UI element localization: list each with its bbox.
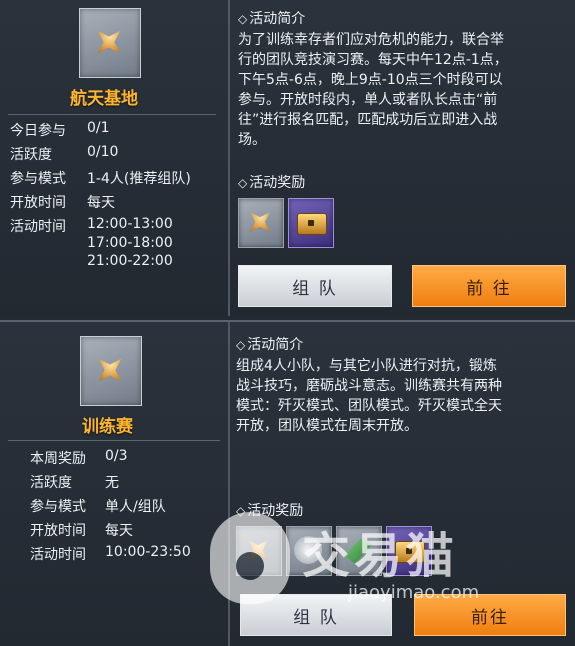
column-divider (228, 0, 230, 316)
go-button[interactable]: 前往 (414, 594, 566, 636)
event-panel-space-base: 航天基地 今日参与 0/1 活跃度 0/10 参与模式 1-4人(推荐组队) 开… (0, 0, 575, 316)
event-info-column: 航天基地 今日参与 0/1 活跃度 0/10 参与模式 1-4人(推荐组队) 开… (0, 0, 225, 316)
event-panel-training: 训练赛 本周奖励 0/3 活跃度 无 参与模式 单人/组队 开放时间 每天 活动… (0, 320, 575, 646)
diamond-icon: ◇ (238, 176, 248, 190)
event-info-column: 训练赛 本周奖励 0/3 活跃度 无 参与模式 单人/组队 开放时间 每天 活动… (0, 322, 225, 646)
column-divider (228, 322, 230, 646)
event-title: 训练赛 (82, 417, 133, 437)
divider (8, 440, 220, 441)
event-detail-column: ◇ 活动简介 为了训练幸存者们应对危机的能力，联合举 行的团队竞技演习赛。每天中午… (232, 0, 575, 316)
reward-coin-item[interactable] (286, 526, 332, 576)
reward-heading: ◇ 活动奖励 (238, 175, 306, 191)
reward-emblem-item[interactable] (236, 526, 282, 576)
reward-chest-item[interactable] (288, 198, 334, 248)
intro-text: 为了训练幸存者们应对危机的能力，联合举 行的团队竞技演习赛。每天中午12点-1点… (238, 32, 508, 148)
event-emblem-icon (80, 336, 142, 406)
weapon-icon (344, 538, 372, 564)
intro-heading: ◇ 活动简介 (238, 11, 306, 27)
intro-text: 组成4人小队，与其它小队进行对抗，锻炼 战斗技巧，磨砺战斗意志。训练赛共有两种 … (236, 358, 502, 434)
reward-heading: ◇ 活动奖励 (236, 503, 304, 519)
diamond-icon: ◇ (236, 504, 246, 518)
go-button[interactable]: 前 往 (412, 265, 566, 307)
reward-emblem-item[interactable] (238, 198, 284, 248)
team-button[interactable]: 组 队 (240, 594, 392, 636)
emblem-icon (87, 347, 132, 392)
divider (8, 114, 216, 115)
reward-chest-item[interactable] (386, 526, 432, 576)
diamond-icon: ◇ (236, 338, 246, 352)
intro-heading: ◇ 活动简介 (236, 337, 304, 353)
event-emblem-icon (79, 8, 141, 78)
event-title: 航天基地 (70, 89, 138, 109)
emblem-icon (86, 19, 131, 64)
event-time-list: 17:00-18:00 21:00-22:00 (87, 235, 173, 269)
chest-icon (395, 541, 425, 563)
team-button[interactable]: 组 队 (238, 265, 392, 307)
reward-weapon-item[interactable] (336, 526, 382, 576)
coin-icon (288, 530, 328, 570)
chest-icon (297, 213, 327, 235)
emblem-icon (240, 202, 280, 242)
event-detail-column: ◇ 活动简介 组成4人小队，与其它小队进行对抗，锻炼 战斗技巧，磨砺战斗意志。训练… (232, 322, 575, 646)
emblem-icon (238, 530, 278, 570)
diamond-icon: ◇ (238, 12, 248, 26)
